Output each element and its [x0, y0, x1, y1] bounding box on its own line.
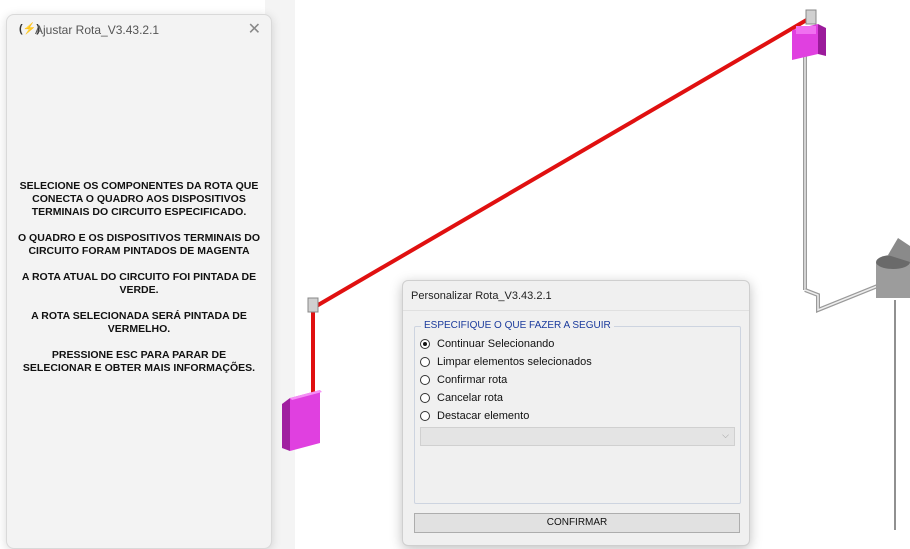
option-label: Destacar elemento	[437, 410, 530, 422]
top-panel-device[interactable]	[792, 9, 826, 60]
window-titlebar[interactable]: (⚡) Ajustar Rota_V3.43.2.1 ✕	[7, 15, 271, 43]
option-cancel-route[interactable]: Cancelar rota	[420, 390, 503, 406]
radio-button[interactable]	[420, 375, 430, 385]
instruction-3: A ROTA ATUAL DO CIRCUITO FOI PINTADA DE …	[21, 271, 257, 296]
radio-button[interactable]	[420, 339, 430, 349]
radio-button[interactable]	[420, 357, 430, 367]
route-adjust-window: (⚡) Ajustar Rota_V3.43.2.1 ✕ SELECIONE O…	[6, 14, 272, 549]
customize-route-dialog: Personalizar Rota_V3.43.2.1 ESPECIFIQUE …	[402, 280, 750, 546]
instruction-1: SELECIONE OS COMPONENTES DA ROTA QUE CON…	[19, 180, 259, 218]
window-title: Ajustar Rota_V3.43.2.1	[35, 23, 160, 37]
instruction-5: PRESSIONE ESC PARA PARAR DE SELECIONAR E…	[22, 349, 256, 374]
instructions-text: SELECIONE OS COMPONENTES DA ROTA QUE CON…	[17, 180, 261, 388]
instruction-4: A ROTA SELECIONADA SERÁ PINTADA DE VERME…	[31, 310, 247, 335]
element-dropdown[interactable]: ⌵	[420, 427, 735, 446]
dialog-title: Personalizar Rota_V3.43.2.1	[411, 290, 552, 302]
option-confirm-route[interactable]: Confirmar rota	[420, 372, 507, 388]
options-group: ESPECIFIQUE O QUE FAZER A SEGUIR Continu…	[414, 320, 741, 504]
route-connector[interactable]	[307, 297, 319, 313]
option-highlight-element[interactable]: Destacar elemento	[420, 408, 529, 424]
instruction-2: O QUADRO E OS DISPOSITIVOS TERMINAIS DO …	[17, 232, 261, 257]
radio-button[interactable]	[420, 393, 430, 403]
option-label: Continuar Selecionando	[437, 338, 555, 350]
junction-box-device[interactable]	[876, 238, 910, 298]
radio-button[interactable]	[420, 411, 430, 421]
option-label: Confirmar rota	[437, 374, 508, 386]
option-clear-selected[interactable]: Limpar elementos selecionados	[420, 354, 592, 370]
right-conduit[interactable]	[803, 40, 881, 313]
option-label: Limpar elementos selecionados	[437, 356, 592, 368]
title-divider	[403, 310, 749, 311]
option-continue-selecting[interactable]: Continuar Selecionando	[420, 336, 554, 352]
close-icon[interactable]: ✕	[248, 19, 261, 39]
option-label: Cancelar rota	[437, 392, 504, 404]
group-label: ESPECIFIQUE O QUE FAZER A SEGUIR	[421, 320, 614, 331]
confirm-button[interactable]: CONFIRMAR	[414, 513, 740, 533]
chevron-down-icon: ⌵	[722, 430, 729, 440]
